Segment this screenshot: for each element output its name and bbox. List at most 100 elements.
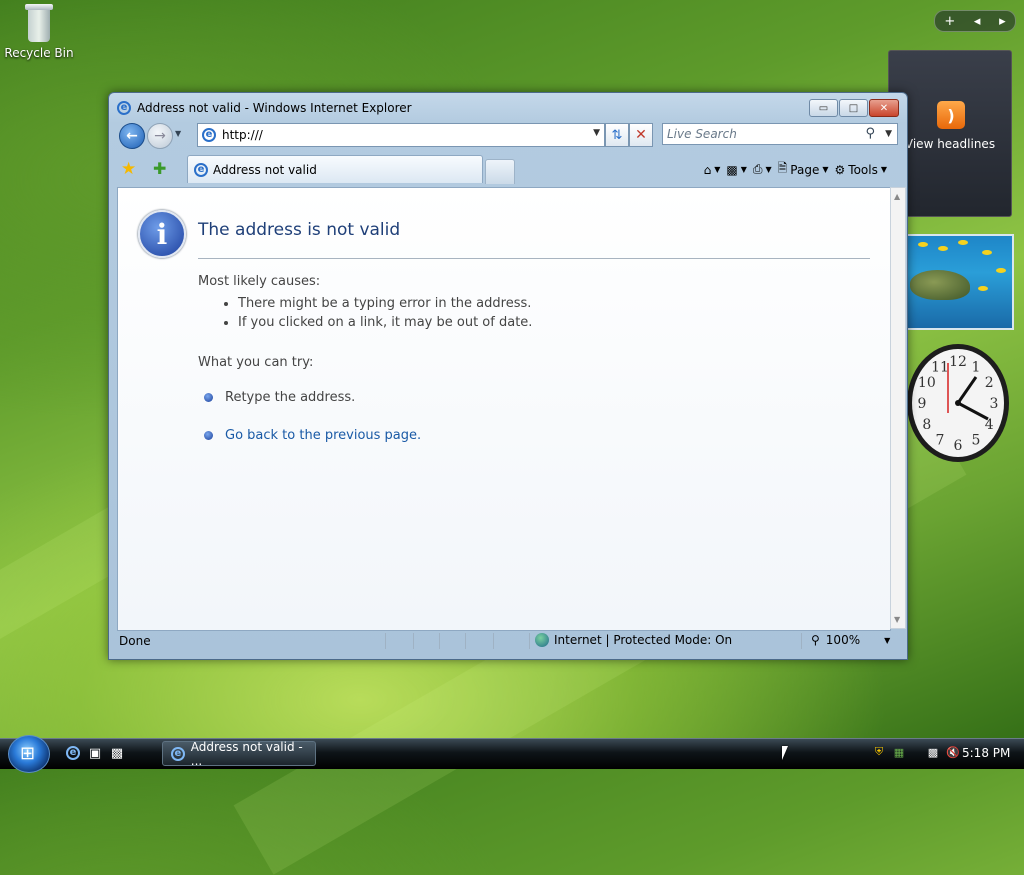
- feed-icon: ▩: [726, 162, 738, 177]
- window-controls: ▭ □ ✕: [809, 99, 899, 117]
- taskbar-ie-button[interactable]: e Address not valid - ...: [162, 739, 316, 768]
- network-icon[interactable]: ▩: [926, 745, 940, 759]
- taskbar-ie-label: Address not valid - ...: [190, 739, 303, 768]
- tools-menu[interactable]: ⚙ Tools ▼: [835, 163, 887, 177]
- divider: [198, 258, 870, 259]
- new-tab-button[interactable]: [485, 159, 515, 184]
- status-text: Done: [119, 634, 151, 648]
- forward-button[interactable]: →: [147, 123, 173, 149]
- tab-address-not-valid[interactable]: e Address not valid: [187, 155, 483, 183]
- clock-numeral: 7: [936, 432, 945, 448]
- clock-numeral: 11: [931, 360, 949, 376]
- volume-muted-icon[interactable]: 🔇: [946, 745, 960, 759]
- clock-gadget[interactable]: 12 1 2 3 4 5 6 7 8 9 10 11: [906, 343, 1010, 463]
- address-input[interactable]: http:///: [222, 128, 263, 142]
- zoom-control[interactable]: ⚲ 100% ▼: [811, 633, 890, 647]
- zoom-icon: ⚲: [811, 633, 820, 647]
- windows-flag-icon[interactable]: ▦: [892, 745, 906, 759]
- security-zone[interactable]: Internet | Protected Mode: On: [535, 633, 732, 647]
- address-dropdown[interactable]: ▼: [593, 128, 600, 138]
- feeds-button[interactable]: ▩ ▼: [726, 163, 747, 177]
- clock-numeral: 5: [972, 432, 981, 448]
- recycle-bin-label: Recycle Bin: [4, 46, 74, 60]
- status-separator: [385, 633, 386, 649]
- tab-label: Address not valid: [213, 162, 317, 177]
- taskbar: e ▣ ▩ e Address not valid - ... ⛨ ▦ ▩ 🔇 …: [0, 735, 1024, 773]
- causes-list: There might be a typing error in the add…: [222, 294, 532, 332]
- fish-image: [996, 268, 1006, 273]
- ie-icon: e: [117, 101, 131, 115]
- bullet-icon: [204, 431, 213, 440]
- page-icon: 🗎: [777, 161, 788, 175]
- fish-image: [978, 286, 988, 291]
- home-button[interactable]: ⌂ ▼: [704, 163, 721, 177]
- recent-pages-dropdown[interactable]: ▼: [175, 129, 181, 138]
- add-favorites-icon[interactable]: ✚: [153, 159, 166, 178]
- zoom-dropdown[interactable]: ▼: [884, 636, 890, 645]
- fish-image: [938, 246, 948, 251]
- vertical-scrollbar[interactable]: ▲ ▼: [890, 187, 906, 629]
- status-separator: [413, 633, 414, 649]
- cause-item: There might be a typing error in the add…: [238, 294, 532, 313]
- clock-numeral: 8: [922, 417, 931, 433]
- go-back-link[interactable]: Go back to the previous page.: [225, 428, 421, 443]
- favorites-center-icon[interactable]: ★: [121, 159, 136, 179]
- clock-numeral: 3: [990, 396, 999, 412]
- clock-numeral: 9: [918, 396, 927, 412]
- globe-icon: [535, 633, 549, 647]
- search-input[interactable]: Live Search ⚲ ▼: [662, 123, 898, 145]
- clock-numeral: 2: [985, 375, 994, 391]
- home-icon: ⌂: [703, 162, 712, 177]
- search-placeholder: Live Search: [667, 127, 737, 141]
- search-icon[interactable]: ⚲: [865, 126, 875, 141]
- status-bar: Done Internet | Protected Mode: On ⚲ 100…: [117, 631, 899, 651]
- tray-clock[interactable]: 5:18 PM: [962, 746, 1010, 760]
- close-button[interactable]: ✕: [869, 99, 899, 117]
- page-icon: e: [202, 128, 216, 142]
- page-menu[interactable]: 🗎 Page ▼: [778, 159, 829, 180]
- status-separator: [465, 633, 466, 649]
- shield-icon[interactable]: ⛨: [872, 745, 886, 759]
- minimize-button[interactable]: ▭: [809, 99, 838, 117]
- zoom-level: 100%: [825, 633, 861, 647]
- zone-label: Internet | Protected Mode: On: [554, 633, 733, 647]
- switch-windows-icon[interactable]: ▩: [108, 744, 126, 762]
- info-icon: i: [138, 210, 186, 258]
- scroll-down-icon[interactable]: ▼: [894, 615, 900, 624]
- tab-page-icon: e: [194, 162, 208, 177]
- system-tray: ⛨ ▦ ▩ 🔇: [872, 745, 960, 759]
- try-heading: What you can try:: [198, 355, 314, 370]
- ie-window[interactable]: e Address not valid - Windows Internet E…: [108, 92, 908, 660]
- tools-menu-label: Tools: [848, 162, 878, 177]
- scroll-up-icon[interactable]: ▲: [894, 192, 900, 201]
- retype-text: Retype the address.: [225, 390, 356, 405]
- clock-numeral: 12: [949, 354, 967, 370]
- title-bar[interactable]: e Address not valid - Windows Internet E…: [117, 99, 899, 117]
- go-back-suggestion: Go back to the previous page.: [204, 428, 421, 443]
- retype-suggestion: Retype the address.: [204, 390, 355, 405]
- navigation-bar: ← → ▼ e http:/// ▼ ⇅ ✕ Live Search ⚲ ▼: [117, 121, 899, 151]
- previous-gadget-button[interactable]: ◂: [974, 14, 981, 29]
- slideshow-gadget[interactable]: [906, 234, 1014, 330]
- bullet-icon: [204, 393, 213, 402]
- ie-quicklaunch-icon[interactable]: e: [64, 744, 82, 762]
- add-gadget-button[interactable]: +: [944, 14, 955, 29]
- refresh-button[interactable]: ⇅: [605, 123, 629, 147]
- status-separator: [439, 633, 440, 649]
- back-button[interactable]: ←: [119, 123, 145, 149]
- gear-icon: ⚙: [834, 162, 846, 177]
- status-separator: [493, 633, 494, 649]
- clock-face: 12 1234567891011: [907, 344, 1009, 462]
- fish-image: [982, 250, 992, 255]
- clock-numeral: 10: [918, 375, 936, 391]
- search-dropdown[interactable]: ▼: [885, 129, 892, 139]
- show-desktop-icon[interactable]: ▣: [86, 744, 104, 762]
- next-gadget-button[interactable]: ▸: [999, 14, 1006, 29]
- print-button[interactable]: ⎙ ▼: [753, 162, 772, 177]
- maximize-button[interactable]: □: [839, 99, 868, 117]
- window-title: Address not valid - Windows Internet Exp…: [137, 101, 412, 115]
- address-bar[interactable]: e http:/// ▼: [197, 123, 605, 147]
- recycle-bin[interactable]: Recycle Bin: [4, 4, 74, 60]
- stop-button[interactable]: ✕: [629, 123, 653, 147]
- start-button[interactable]: [8, 735, 50, 773]
